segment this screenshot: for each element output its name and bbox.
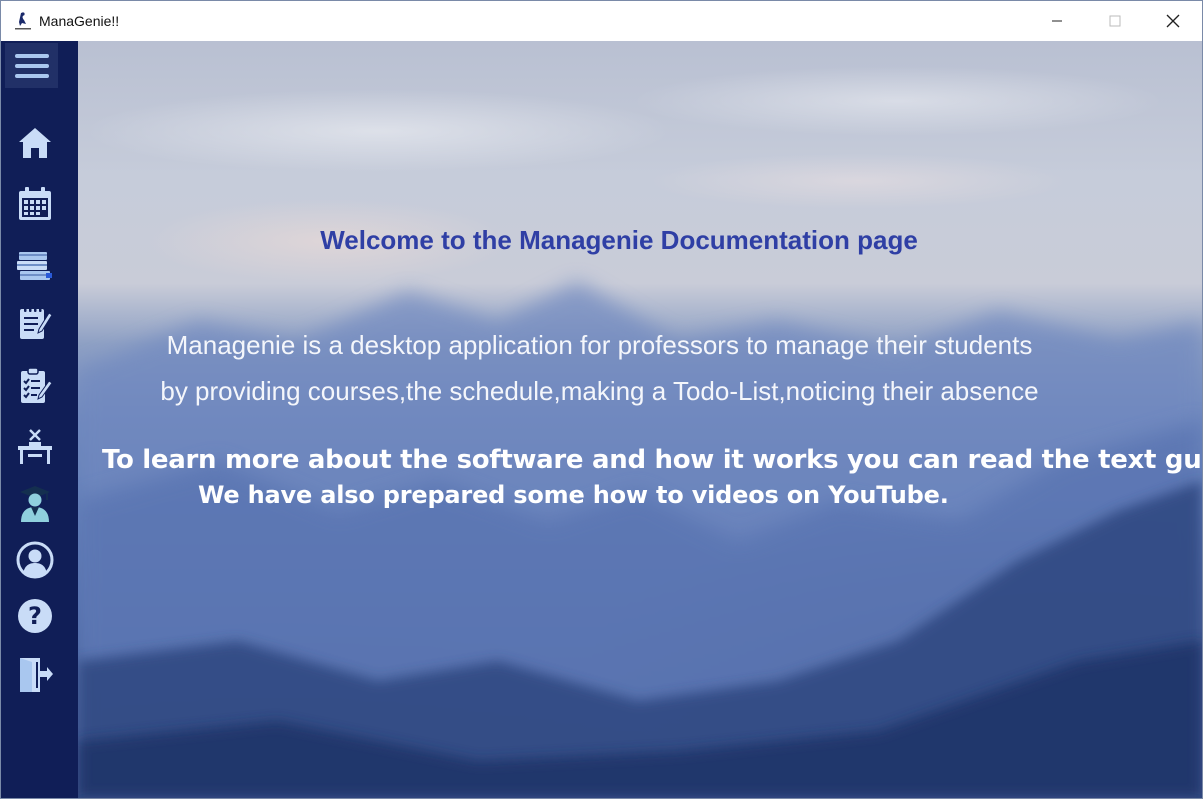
graduate-icon	[20, 486, 50, 522]
nav-profile[interactable]	[15, 540, 55, 580]
nav-logout[interactable]	[15, 655, 55, 695]
page-heading: Welcome to the Managenie Documentation p…	[320, 225, 918, 255]
nav-schedule[interactable]	[15, 184, 55, 224]
title-bar[interactable]: ManaGenie!!	[1, 1, 1202, 41]
nav-help[interactable]: ?	[15, 596, 55, 636]
help-icon: ?	[18, 599, 52, 633]
checklist-icon	[21, 367, 53, 403]
close-button[interactable]	[1144, 1, 1202, 41]
nav-classroom[interactable]	[15, 427, 55, 467]
nav-courses[interactable]	[15, 246, 55, 286]
hamburger-menu-icon	[14, 53, 49, 78]
description-line-2: by providing courses,the schedule,making…	[160, 376, 1039, 406]
minimize-icon	[1052, 20, 1062, 22]
hamburger-menu-button[interactable]	[5, 43, 58, 88]
sidebar: ?	[1, 41, 78, 798]
teacher-desk-icon	[18, 429, 52, 464]
nav-students[interactable]	[15, 483, 55, 523]
close-icon	[1166, 14, 1180, 28]
minimize-button[interactable]	[1028, 1, 1086, 41]
main-content: Welcome to the Managenie Documentation p…	[78, 41, 1202, 798]
nav-todo[interactable]	[15, 302, 55, 342]
background-mountains	[78, 281, 1202, 798]
calendar-icon	[19, 187, 51, 220]
logout-icon	[20, 658, 53, 692]
user-profile-icon	[16, 541, 54, 579]
app-logo-icon	[13, 11, 33, 31]
description-line-1: Managenie is a desktop application for p…	[166, 330, 1033, 360]
notepad-edit-icon	[20, 305, 53, 339]
nav-absence[interactable]	[15, 366, 55, 406]
guide-text-line-2: We have also prepared some how to videos…	[198, 481, 949, 509]
guide-text-line-1: To learn more about the software and how…	[102, 445, 1202, 475]
nav-home[interactable]	[15, 123, 55, 163]
svg-text:?: ?	[28, 602, 42, 630]
window-title: ManaGenie!!	[39, 13, 120, 29]
maximize-icon	[1109, 15, 1121, 27]
home-icon	[19, 128, 51, 158]
maximize-button[interactable]	[1086, 1, 1144, 41]
app-window: ManaGenie!! ? Welcome to the Managenie D…	[0, 0, 1203, 799]
books-icon	[17, 252, 52, 280]
